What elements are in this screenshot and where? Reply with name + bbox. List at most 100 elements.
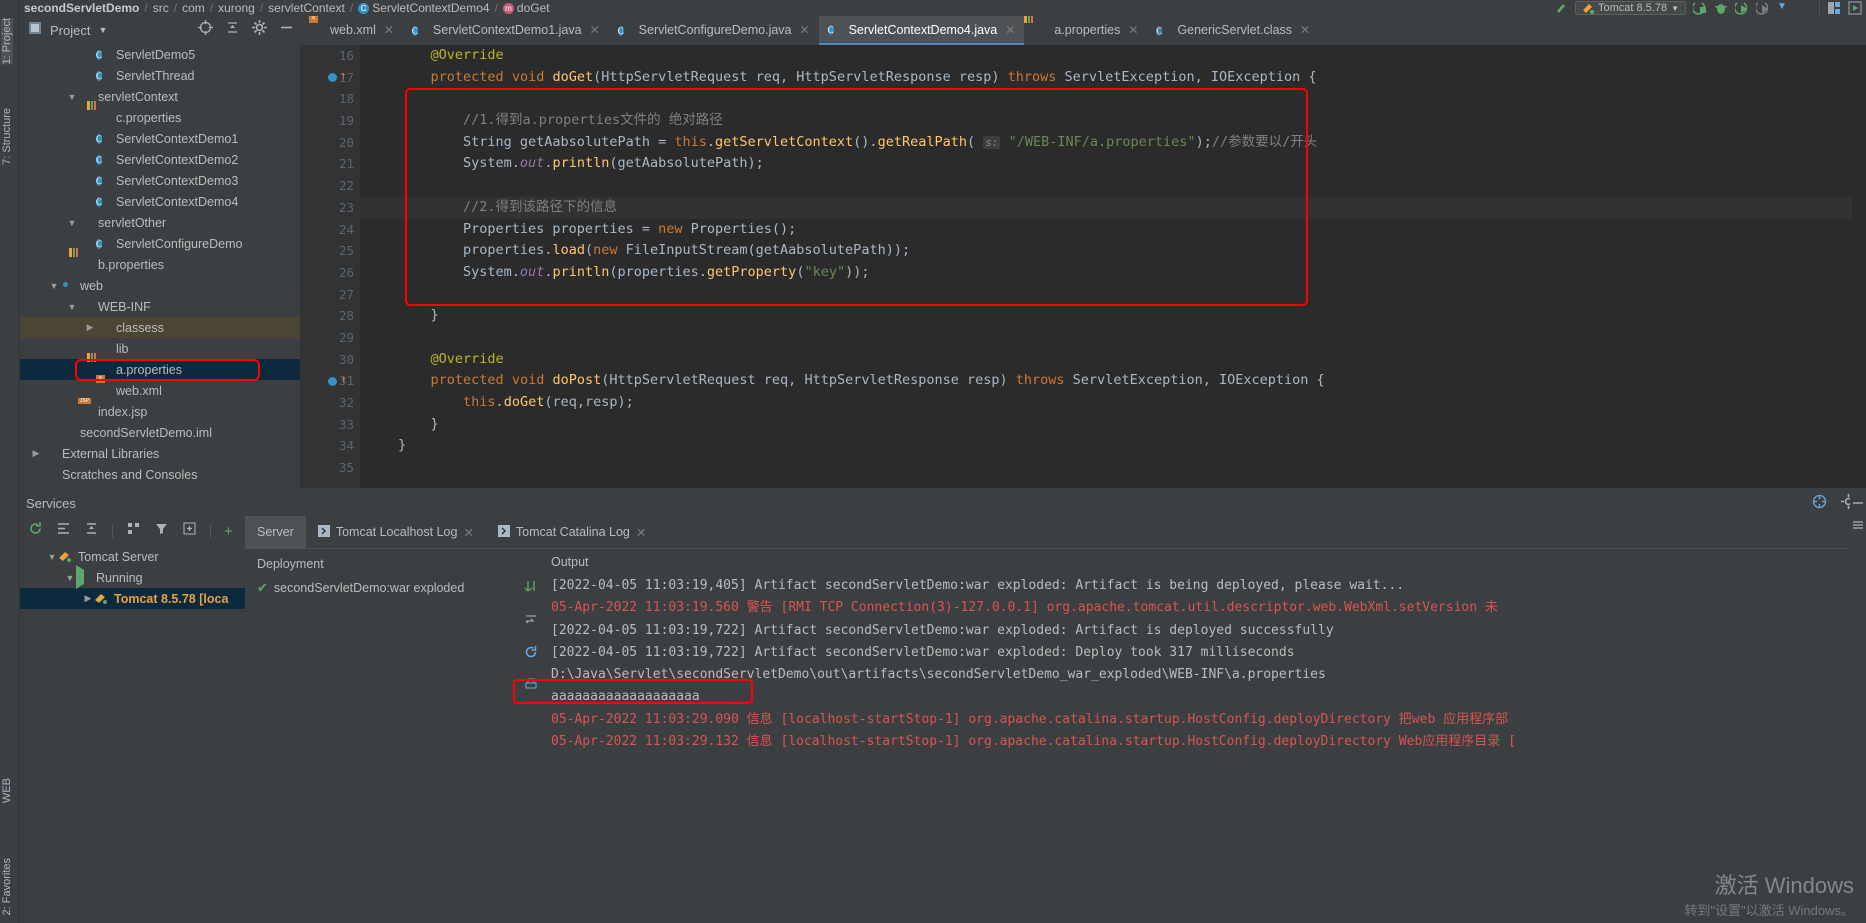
tree-item-servletother[interactable]: ▼ servletOther <box>20 212 300 233</box>
filter-icon[interactable] <box>154 521 169 541</box>
tree-item-web[interactable]: ▼ web <box>20 275 300 296</box>
code-line[interactable]: protected void doGet(HttpServletRequest … <box>360 67 1866 89</box>
line-number[interactable]: 21 <box>300 153 360 175</box>
tree-item-servletcontextdemo2[interactable]: C ServletContextDemo2 <box>20 149 300 170</box>
editor-tab-servletconfiguredemo-java[interactable]: C ServletConfigureDemo.java ✕ <box>609 16 819 45</box>
breadcrumb-item-method[interactable]: doGet <box>517 1 550 15</box>
code-line[interactable]: properties.load(new FileInputStream(getA… <box>360 240 1866 262</box>
line-number[interactable]: 35 <box>300 457 360 479</box>
line-number[interactable]: 27 <box>300 284 360 306</box>
breadcrumb-item-project[interactable]: secondServletDemo <box>24 1 139 15</box>
code-line[interactable]: this.doGet(req,resp); <box>360 392 1866 414</box>
session-tab-tomcat-catalina-log[interactable]: Tomcat Catalina Log ✕ <box>486 516 658 549</box>
tree-item-servletdemo5[interactable]: C ServletDemo5 <box>20 44 300 65</box>
tree-item-a-properties[interactable]: a.properties <box>20 359 300 380</box>
line-number[interactable]: 32 <box>300 392 360 414</box>
sidebar-item-structure-strip[interactable]: 7: Structure <box>1 108 13 165</box>
code-line[interactable]: @Override <box>360 45 1866 67</box>
chevron-down-icon[interactable]: ▼ <box>64 573 76 583</box>
services-tree-item-running[interactable]: ▼ Running <box>20 565 245 589</box>
line-number[interactable]: 30 <box>300 349 360 371</box>
tree-item-classess[interactable]: ▶ classess <box>20 317 300 338</box>
code-content[interactable]: @Override protected void doGet(HttpServl… <box>360 45 1866 488</box>
editor-tab-servletcontextdemo4-java[interactable]: C ServletContextDemo4.java ✕ <box>818 16 1025 45</box>
output-pane[interactable]: Output [2022-04-05 11:03:19,405] Artifac… <box>517 549 1866 923</box>
code-line[interactable]: //2.得到该路径下的信息 <box>360 196 1866 219</box>
chevron-down-icon[interactable]: ▼ <box>1671 4 1679 13</box>
stop-icon[interactable] <box>1798 1 1812 15</box>
close-icon[interactable]: ✕ <box>384 23 394 37</box>
project-tree[interactable]: C ServletDemo5 C ServletThread ▼ servletConte… <box>20 44 300 488</box>
rerun-icon[interactable] <box>28 521 43 541</box>
code-line[interactable]: System.out.println(getAabsolutePath); <box>360 153 1866 175</box>
code-line[interactable] <box>360 327 1866 349</box>
tree-item-secondservletdemo-iml[interactable]: secondServletDemo.iml <box>20 422 300 443</box>
editor-tab-genericservlet-class[interactable]: C GenericServlet.class ✕ <box>1147 16 1319 45</box>
line-number[interactable]: 19 <box>300 110 360 132</box>
code-line[interactable] <box>360 175 1866 197</box>
chevron-down-icon[interactable]: ▼ <box>1777 1 1791 15</box>
tree-item-index-jsp[interactable]: index.jsp <box>20 401 300 422</box>
close-icon[interactable]: ✕ <box>1005 23 1015 37</box>
chevron-down-icon[interactable]: ▼ <box>66 92 78 102</box>
tree-item-web-xml[interactable]: web.xml <box>20 380 300 401</box>
print-icon[interactable] <box>524 678 538 697</box>
close-icon[interactable]: ✕ <box>463 525 473 540</box>
code-line[interactable]: @Override <box>360 349 1866 371</box>
chevron-down-icon[interactable]: ▼ <box>98 25 107 35</box>
tree-item-servletthread[interactable]: C ServletThread <box>20 65 300 86</box>
breadcrumb-item-xurong[interactable]: xurong <box>218 1 255 15</box>
override-marker-icon[interactable] <box>328 376 337 386</box>
tree-item-web-inf[interactable]: ▼ WEB-INF <box>20 296 300 317</box>
expand-all-icon[interactable] <box>56 521 71 541</box>
line-number[interactable]: 28 <box>300 305 360 327</box>
close-icon[interactable]: ✕ <box>1128 23 1138 37</box>
collapse-all-icon[interactable] <box>84 521 99 541</box>
deployment-item[interactable]: ✔ secondServletDemo:war exploded <box>245 577 517 599</box>
chevron-down-icon[interactable]: ▼ <box>46 552 58 562</box>
editor-tab-servletcontextdemo1-java[interactable]: C ServletContextDemo1.java ✕ <box>403 16 609 45</box>
chevron-right-icon[interactable]: ▶ <box>30 448 42 459</box>
tree-item-servletcontextdemo4[interactable]: C ServletContextDemo4 <box>20 191 300 212</box>
code-line[interactable]: System.out.println(properties.getPropert… <box>360 262 1866 284</box>
line-number[interactable]: 18 <box>300 88 360 110</box>
close-icon[interactable]: ✕ <box>800 23 810 37</box>
help-icon[interactable] <box>1812 494 1827 512</box>
tree-item-c-properties[interactable]: c.properties <box>20 107 300 128</box>
tree-item-lib[interactable]: lib <box>20 338 300 359</box>
layout-icon[interactable] <box>1827 1 1841 15</box>
group-icon[interactable] <box>126 521 141 541</box>
services-session-tabs[interactable]: Server Tomcat Localhost Log ✕ Tomcat Catali… <box>245 515 1866 549</box>
code-editor[interactable]: 16 17 18 19 20 21 22 23 24 25 26 27 28 29 30 31 32 33 34 35… <box>300 45 1866 488</box>
breadcrumb-item-servletcontext[interactable]: servletContext <box>268 1 345 15</box>
breadcrumb-item-class[interactable]: ServletContextDemo4 <box>372 1 489 15</box>
tree-item-servletconfiguredemo[interactable]: C ServletConfigureDemo <box>20 233 300 254</box>
hide-icon[interactable] <box>279 20 294 40</box>
profile-icon[interactable] <box>1754 1 1770 15</box>
tree-item-servletcontextdemo1[interactable]: C ServletContextDemo1 <box>20 128 300 149</box>
soft-wrap-icon[interactable] <box>524 612 538 631</box>
output-gutter-toolbar[interactable] <box>517 549 545 923</box>
tree-item-b-properties[interactable]: b.properties <box>20 254 300 275</box>
line-number[interactable]: 20 <box>300 132 360 154</box>
editor-tab-bar[interactable]: web.xml ✕ C ServletContextDemo1.java ✕ C Servl… <box>300 16 1866 45</box>
locate-icon[interactable] <box>198 20 213 40</box>
code-line[interactable]: } <box>360 435 1866 457</box>
breadcrumb-item-src[interactable]: src <box>153 1 169 15</box>
output-log[interactable]: [2022-04-05 11:03:19,405] Artifact secon… <box>545 575 1852 923</box>
sidebar-item-favorites-strip[interactable]: 2: Favorites <box>1 858 13 915</box>
override-arrow-icon[interactable]: ↑ <box>340 69 347 82</box>
line-number[interactable]: 24 <box>300 219 360 241</box>
line-number[interactable]: 16 <box>300 45 360 67</box>
line-number[interactable]: 25 <box>300 240 360 262</box>
line-number[interactable]: 22 <box>300 175 360 197</box>
session-tab-server[interactable]: Server <box>245 515 306 549</box>
override-marker-icon[interactable] <box>328 72 337 82</box>
line-number[interactable]: 23 <box>300 197 360 219</box>
add-configuration-icon[interactable] <box>182 521 197 541</box>
code-line[interactable] <box>360 88 1866 110</box>
rerun-icon[interactable] <box>524 645 538 664</box>
code-line[interactable]: String getAabsolutePath = this.getServle… <box>360 132 1866 154</box>
run-icon[interactable] <box>1691 1 1707 15</box>
sidebar-item-project-strip[interactable]: 1: Project <box>1 18 13 65</box>
